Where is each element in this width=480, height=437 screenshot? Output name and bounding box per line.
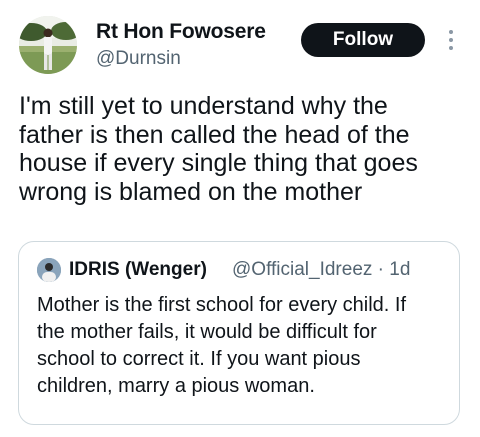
quoted-text-line: the mother fails, it would be difficult … <box>37 321 377 343</box>
quoted-text-line: school to correct it. If you want pious <box>37 348 361 370</box>
author-name[interactable]: Rt Hon Fowosere <box>96 20 266 44</box>
tweet-text-line: wrong is blamed on the mother <box>19 177 363 206</box>
quoted-author-avatar <box>37 258 61 282</box>
tweet: Rt Hon Fowosere @Durnsin Follow I'm stil… <box>0 0 480 437</box>
quoted-text-line: children, marry a pious woman. <box>37 375 315 397</box>
quoted-avatar-photo <box>37 258 61 282</box>
quoted-author-name: IDRIS (Wenger) <box>69 259 207 280</box>
tweet-text-line: I'm still yet to understand why the <box>19 92 388 120</box>
quoted-text-line: Mother is the first school for every chi… <box>37 294 407 316</box>
quoted-author-handle-time: @Official_Idreez · 1d <box>232 259 411 280</box>
tweet-text-line: house if every single thing that goes <box>19 149 418 177</box>
avatar-photo <box>19 16 77 74</box>
quoted-tweet-card[interactable]: IDRIS (Wenger) @Official_Idreez · 1d Mot… <box>18 241 460 425</box>
more-vertical-icon[interactable] <box>444 28 458 52</box>
author-avatar[interactable] <box>19 16 77 74</box>
tweet-text-line: father is then called the head of the <box>19 120 410 149</box>
follow-button[interactable]: Follow <box>301 23 425 57</box>
quoted-tweet-text: Mother is the first school for every chi… <box>37 292 447 400</box>
tweet-text: I'm still yet to understand why the fath… <box>19 92 464 206</box>
author-handle[interactable]: @Durnsin <box>96 48 181 70</box>
